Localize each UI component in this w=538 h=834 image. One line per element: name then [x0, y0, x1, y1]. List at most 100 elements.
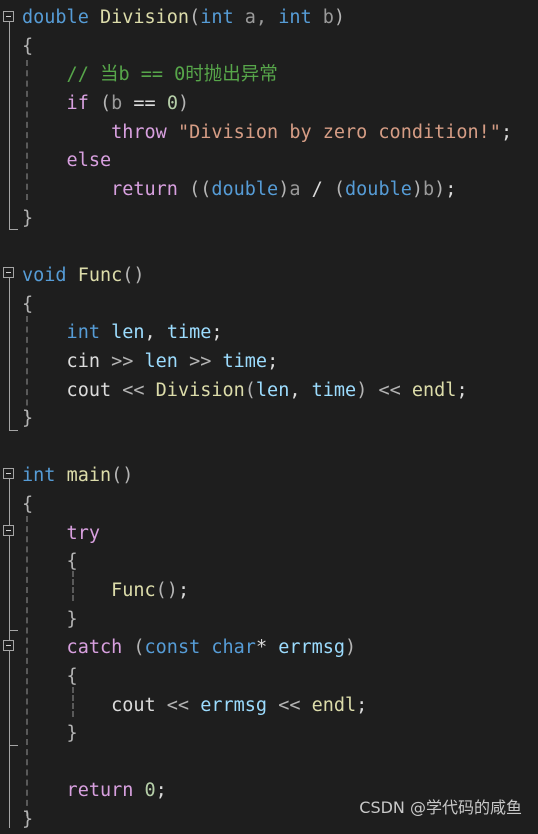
- code-token: ,: [144, 322, 167, 343]
- code-token: <<: [278, 695, 301, 716]
- code-line[interactable]: {: [22, 547, 78, 576]
- code-line[interactable]: {: [22, 490, 33, 519]
- code-line[interactable]: // 当b == 0时抛出异常: [22, 60, 278, 89]
- code-token: ;: [177, 580, 190, 601]
- code-token: errmsg: [278, 637, 346, 658]
- outline-bar-try: [9, 536, 10, 640]
- fold-toggle-catch-icon[interactable]: [3, 640, 14, 651]
- code-token: len: [255, 380, 290, 401]
- code-token: void: [22, 265, 67, 286]
- code-token: ;: [155, 780, 167, 801]
- code-token: main: [66, 465, 112, 486]
- code-token: Func: [22, 580, 156, 601]
- code-line[interactable]: }: [22, 805, 33, 834]
- code-token: len: [144, 351, 178, 372]
- code-line[interactable]: }: [22, 204, 33, 233]
- code-token: // 当b == 0时抛出异常: [22, 64, 278, 85]
- code-token: ): [177, 93, 190, 114]
- code-token: len: [111, 322, 145, 343]
- fold-toggle-division-icon[interactable]: [3, 11, 14, 22]
- fold-toggle-try-icon[interactable]: [3, 525, 14, 536]
- code-line[interactable]: {: [22, 32, 33, 61]
- code-line[interactable]: }: [22, 719, 78, 748]
- code-token: }: [22, 609, 78, 630]
- code-line[interactable]: {: [22, 290, 33, 319]
- code-token: try: [22, 523, 100, 544]
- code-line[interactable]: void Func(): [22, 261, 145, 290]
- code-line[interactable]: }: [22, 404, 33, 433]
- code-token: cout: [22, 695, 167, 716]
- code-token: char: [211, 637, 256, 658]
- code-token: a: [289, 179, 301, 200]
- code-token: (: [333, 179, 346, 200]
- outline-end-func: [9, 430, 18, 431]
- code-token: errmsg: [200, 695, 268, 716]
- code-token: ): [333, 7, 346, 28]
- code-line[interactable]: cin >> len >> time;: [22, 347, 279, 376]
- code-line[interactable]: return 0;: [22, 776, 167, 805]
- code-token: double: [345, 179, 412, 200]
- code-line[interactable]: cout << Division(len, time) << endl;: [22, 376, 468, 405]
- code-line[interactable]: try: [22, 519, 100, 548]
- code-token: Func: [77, 265, 123, 286]
- code-line[interactable]: if (b == 0): [22, 89, 190, 118]
- code-token: time: [222, 351, 268, 372]
- code-line[interactable]: int main(): [22, 461, 133, 490]
- code-token: ((: [189, 179, 212, 200]
- code-token: return: [22, 780, 134, 801]
- code-token: {: [22, 666, 78, 687]
- code-token: ): [411, 179, 423, 200]
- code-token: (: [99, 93, 112, 114]
- code-token: ==: [122, 93, 167, 114]
- code-line[interactable]: double Division(int a, int b): [22, 3, 345, 32]
- code-line[interactable]: else: [22, 146, 112, 175]
- code-token: ): [434, 179, 446, 200]
- code-token: >>: [111, 351, 134, 372]
- code-token: "Division by zero condition!": [177, 122, 501, 143]
- code-token: ;: [456, 380, 468, 401]
- code-token: return: [22, 179, 178, 200]
- code-token: if: [22, 93, 89, 114]
- code-token: ;: [445, 179, 457, 200]
- code-token: b: [311, 7, 334, 28]
- code-token: /: [300, 179, 334, 200]
- code-line[interactable]: Func();: [22, 576, 189, 605]
- outline-bar-func: [9, 278, 10, 430]
- code-editor[interactable]: double Division(int a, int b){ // 当b == …: [0, 0, 538, 830]
- code-token: ;: [356, 695, 368, 716]
- code-token: Division: [99, 7, 190, 28]
- code-token: ;: [211, 322, 223, 343]
- code-token: (): [122, 265, 145, 286]
- code-line[interactable]: int len, time;: [22, 318, 223, 347]
- code-token: <<: [166, 695, 190, 716]
- code-token: (): [111, 465, 134, 486]
- code-token: endl: [311, 695, 357, 716]
- code-token: }: [22, 208, 34, 229]
- fold-toggle-func-icon[interactable]: [3, 267, 14, 278]
- code-token: (: [189, 7, 201, 28]
- code-line[interactable]: return ((double)a / (double)b);: [22, 175, 456, 204]
- code-token: (): [155, 580, 178, 601]
- code-token: throw: [22, 122, 167, 143]
- outline-end-catch: [9, 745, 18, 746]
- code-token: *: [255, 637, 279, 658]
- code-line[interactable]: throw "Division by zero condition!";: [22, 118, 512, 147]
- code-line[interactable]: catch (const char* errmsg): [22, 633, 357, 662]
- code-line[interactable]: }: [22, 605, 78, 634]
- code-token: ): [356, 380, 368, 401]
- code-token: int: [278, 7, 312, 28]
- outline-end-try: [9, 630, 18, 631]
- fold-toggle-main-icon[interactable]: [3, 468, 14, 479]
- code-token: {: [22, 494, 34, 515]
- code-line[interactable]: cout << errmsg << endl;: [22, 691, 367, 720]
- code-line[interactable]: {: [22, 662, 78, 691]
